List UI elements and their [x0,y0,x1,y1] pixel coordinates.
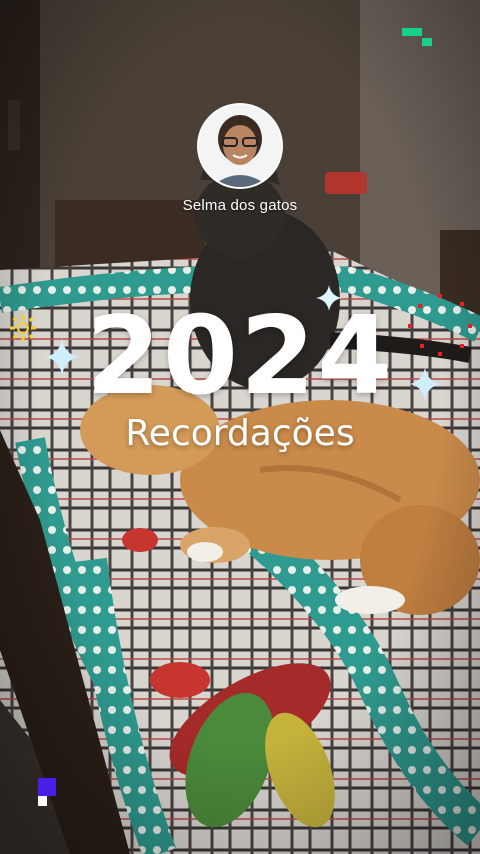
red-dot-cluster-icon [408,294,472,356]
avatar-photo [199,105,281,187]
username-label: Selma dos gatos [182,197,298,214]
pixel-block-icon [402,28,432,46]
user-avatar[interactable] [197,103,283,189]
sparkle-icon [410,367,440,401]
memories-story: Selma dos gatos 2024 Recordações [0,0,480,854]
sparkle-icon [316,285,342,311]
sparkle-icon [45,338,79,376]
memories-subtitle: Recordações [125,413,355,454]
sun-flower-icon [10,315,36,341]
pixel-block-icon [38,778,56,806]
